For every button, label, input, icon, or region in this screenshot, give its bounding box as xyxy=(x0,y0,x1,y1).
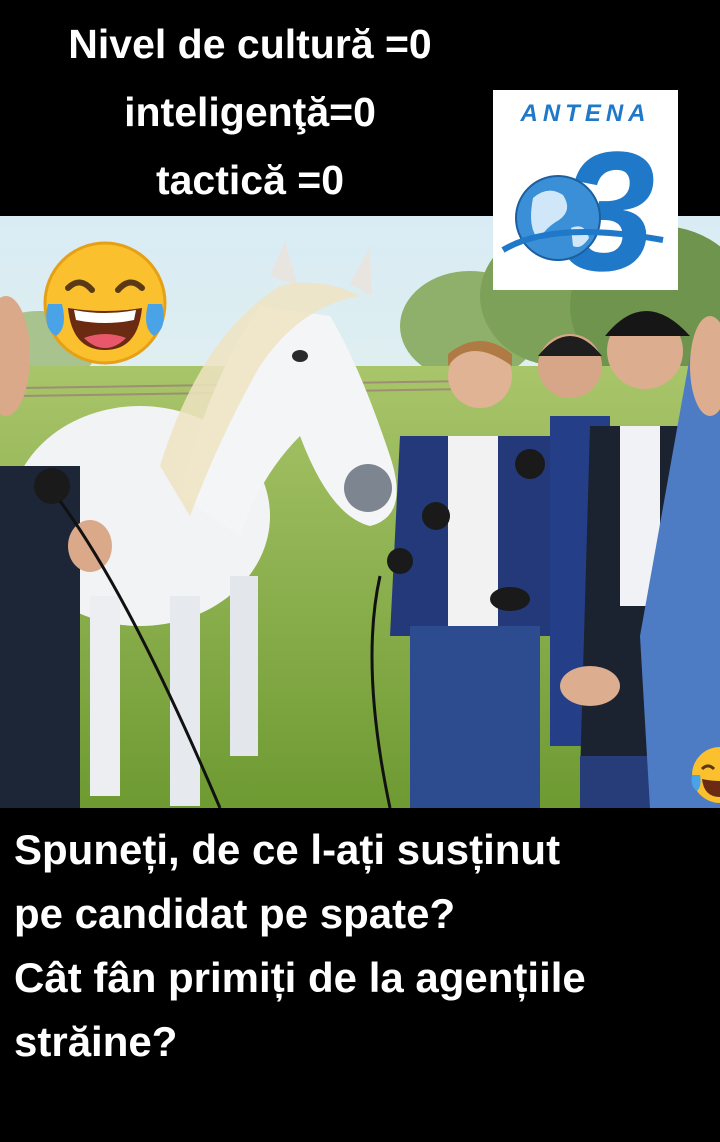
laughing-tears-emoji-small-icon xyxy=(691,747,720,803)
header-line-culture: Nivel de cultură =0 xyxy=(68,21,432,67)
caption-line-3: Cât fân primiți de la agențiile xyxy=(14,954,586,1001)
header-line-tactics: tactică =0 xyxy=(155,157,345,203)
antena3-logo: ANTENA 3 xyxy=(493,90,678,290)
laughing-tears-emoji-icon xyxy=(43,241,167,365)
header-line-intelligence: inteligenţă=0 xyxy=(124,89,376,135)
caption-line-2: pe candidat pe spate? xyxy=(14,890,456,937)
caption-line-1: Spuneți, de ce l-ați susținut xyxy=(14,826,561,873)
globe-icon: 3 xyxy=(501,117,664,290)
header-text: Nivel de cultură =0 inteligenţă=0 tactic… xyxy=(0,10,500,214)
caption-text: Spuneți, de ce l-ați susținut pe candida… xyxy=(14,818,714,1074)
caption-line-4: străine? xyxy=(14,1018,178,1065)
